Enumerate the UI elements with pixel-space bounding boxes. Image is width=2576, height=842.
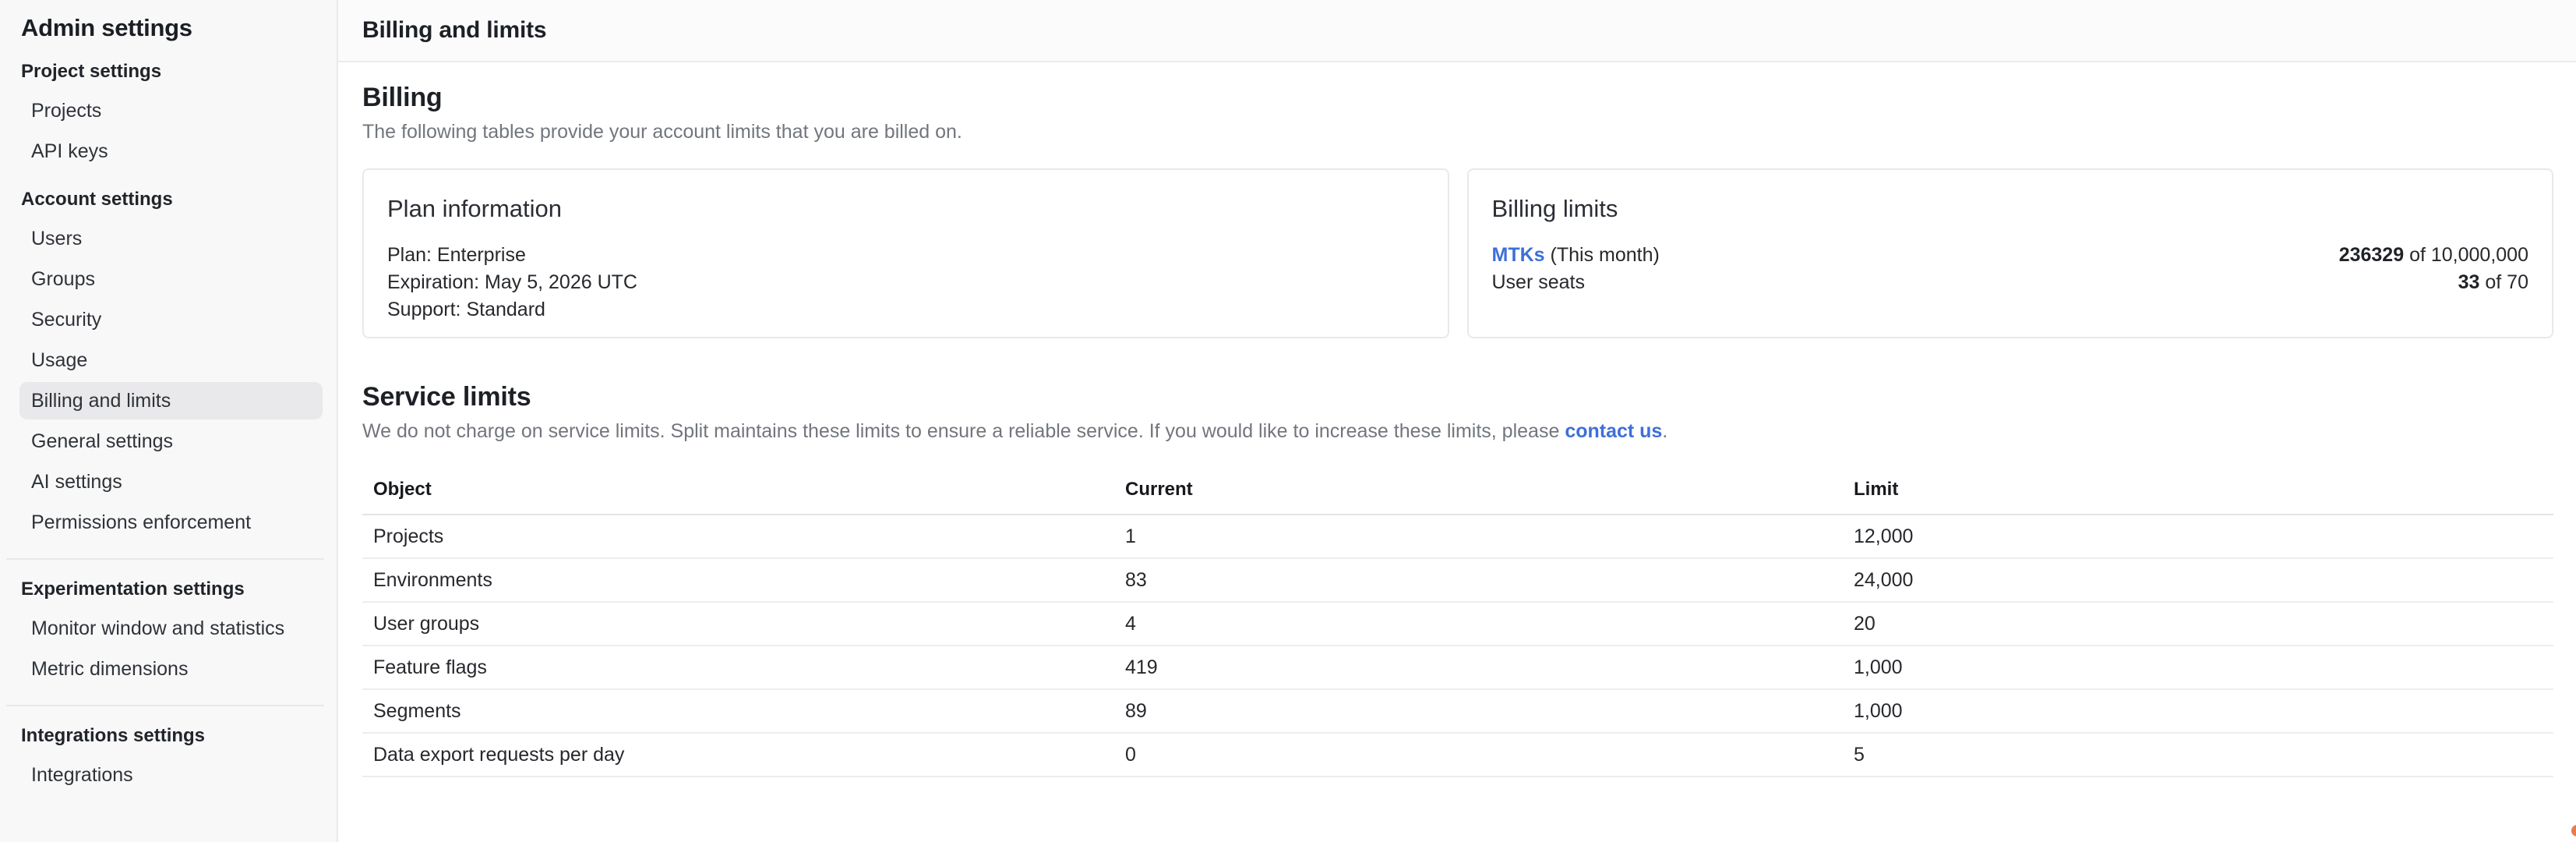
sidebar-item-projects[interactable]: Projects (19, 92, 323, 129)
cell-limit: 24,000 (1843, 558, 2553, 602)
billing-limit-value: 236329 of 10,000,000 (2339, 242, 2528, 269)
cell-current: 0 (1114, 733, 1843, 777)
cell-limit: 1,000 (1843, 646, 2553, 689)
billing-description: The following tables provide your accoun… (362, 121, 2553, 143)
cell-limit: 1,000 (1843, 689, 2553, 733)
billing-limit-label: User seats (1492, 269, 1585, 296)
sidebar-section-experimentation-settings: Experimentation settings (21, 578, 323, 600)
sidebar-item-groups[interactable]: Groups (19, 260, 323, 298)
sidebar-section-integrations-settings: Integrations settings (21, 725, 323, 747)
cell-current: 4 (1114, 602, 1843, 646)
service-limits-table: ObjectCurrentLimit Projects112,000Enviro… (362, 466, 2553, 777)
topbar: Billing and limits (338, 0, 2576, 62)
sidebar-section-project-settings: Project settings (21, 61, 323, 83)
billing-limits-card-title: Billing limits (1492, 195, 2529, 223)
table-body: Projects112,000Environments8324,000User … (362, 515, 2553, 777)
billing-heading: Billing (362, 83, 2553, 113)
plan-card-body: Plan: EnterpriseExpiration: May 5, 2026 … (387, 242, 1424, 324)
service-limits-description: We do not charge on service limits. Spli… (362, 420, 2553, 443)
table-row: Data export requests per day05 (362, 733, 2553, 777)
cell-object: Segments (362, 689, 1114, 733)
cell-object: Data export requests per day (362, 733, 1114, 777)
page-title: Billing and limits (362, 17, 546, 44)
admin-settings-title: Admin settings (21, 14, 323, 42)
column-header-limit: Limit (1843, 466, 2553, 515)
table-row: Projects112,000 (362, 515, 2553, 558)
service-limits-heading: Service limits (362, 382, 2553, 412)
sidebar-divider (6, 705, 324, 706)
cell-object: Environments (362, 558, 1114, 602)
cell-current: 83 (1114, 558, 1843, 602)
billing-limit-row: MTKs (This month) 236329 of 10,000,000 (1492, 242, 2529, 269)
sidebar-item-security[interactable]: Security (19, 301, 323, 338)
table-row: Segments891,000 (362, 689, 2553, 733)
cell-limit: 12,000 (1843, 515, 2553, 558)
table-row: Feature flags4191,000 (362, 646, 2553, 689)
cell-object: Projects (362, 515, 1114, 558)
sidebar-item-users[interactable]: Users (19, 220, 323, 257)
sidebar-item-general-settings[interactable]: General settings (19, 423, 323, 460)
service-description-period: . (1662, 420, 1667, 442)
sidebar-item-integrations[interactable]: Integrations (19, 756, 323, 794)
cell-limit: 20 (1843, 602, 2553, 646)
cell-current: 89 (1114, 689, 1843, 733)
cell-object: User groups (362, 602, 1114, 646)
cell-current: 419 (1114, 646, 1843, 689)
billing-cards: Plan information Plan: EnterpriseExpirat… (362, 168, 2553, 338)
sidebar-item-permissions-enforcement[interactable]: Permissions enforcement (19, 504, 323, 541)
cell-limit: 5 (1843, 733, 2553, 777)
plan-card-line: Expiration: May 5, 2026 UTC (387, 269, 1424, 296)
contact-us-link[interactable]: contact us (1565, 420, 1662, 442)
cell-current: 1 (1114, 515, 1843, 558)
sidebar-divider (6, 558, 324, 560)
table-row: User groups420 (362, 602, 2553, 646)
column-header-current: Current (1114, 466, 1843, 515)
sidebar-item-billing-and-limits[interactable]: Billing and limits (19, 382, 323, 419)
sidebar-item-api-keys[interactable]: API keys (19, 133, 323, 170)
table-header-row: ObjectCurrentLimit (362, 466, 2553, 515)
sidebar-item-monitor-window-and-statistics[interactable]: Monitor window and statistics (19, 610, 323, 647)
billing-limit-value: 33 of 70 (2458, 269, 2528, 296)
plan-card-line: Support: Standard (387, 296, 1424, 324)
cell-object: Feature flags (362, 646, 1114, 689)
plan-card-title: Plan information (387, 195, 1424, 223)
billing-limit-row: User seats 33 of 70 (1492, 269, 2529, 296)
sidebar-section-account-settings: Account settings (21, 189, 323, 210)
billing-limits-card: Billing limits MTKs (This month) 236329 o… (1467, 168, 2554, 338)
sidebar-item-usage[interactable]: Usage (19, 341, 323, 379)
service-description-text: We do not charge on service limits. Spli… (362, 420, 1565, 442)
mtks-link[interactable]: MTKs (1492, 244, 1545, 266)
app-window: Admin settings Project settings Projects A… (0, 0, 2576, 842)
billing-limit-label: MTKs (This month) (1492, 242, 1660, 269)
column-header-object: Object (362, 466, 1114, 515)
main-area: Billing and limits Billing The following… (338, 0, 2576, 842)
sidebar-nav: Project settings Projects API keys Account … (19, 61, 323, 794)
table-row: Environments8324,000 (362, 558, 2553, 602)
sidebar: Admin settings Project settings Projects A… (0, 0, 338, 842)
plan-card-line: Plan: Enterprise (387, 242, 1424, 269)
plan-information-card: Plan information Plan: EnterpriseExpirat… (362, 168, 1449, 338)
content: Billing The following tables provide you… (338, 62, 2576, 842)
sidebar-item-metric-dimensions[interactable]: Metric dimensions (19, 650, 323, 688)
billing-limits-card-body: MTKs (This month)236329 of 10,000,000Use… (1492, 242, 2529, 296)
sidebar-item-ai-settings[interactable]: AI settings (19, 463, 323, 501)
